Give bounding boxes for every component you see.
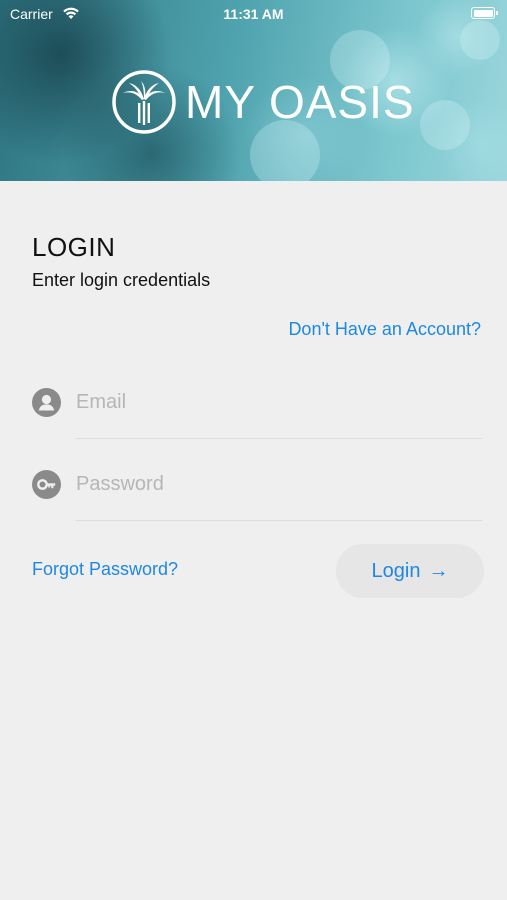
login-button-label: Login: [371, 559, 421, 582]
key-icon: [32, 470, 61, 499]
palm-tree-icon: [112, 70, 176, 134]
email-underline: [76, 438, 482, 439]
page-title: LOGIN: [32, 232, 116, 262]
password-input[interactable]: [76, 466, 482, 502]
brand-logo: MY OASIS: [111, 70, 415, 134]
login-button[interactable]: Login →: [336, 544, 484, 598]
arrow-right-icon: →: [428, 559, 449, 582]
user-icon: [32, 388, 61, 417]
status-bar: Carrier 11:31 AM: [0, 0, 507, 28]
email-input[interactable]: [76, 384, 482, 420]
password-underline: [76, 520, 482, 521]
bokeh-light: [420, 100, 470, 150]
brand-name: MY OASIS: [185, 76, 415, 128]
page-subtitle: Enter login credentials: [32, 270, 211, 290]
create-account-link[interactable]: Don't Have an Account?: [288, 319, 481, 340]
header-banner: Carrier 11:31 AM MY OASIS: [0, 0, 507, 181]
battery-icon: [471, 7, 498, 19]
password-field: [32, 458, 482, 521]
forgot-password-link[interactable]: Forgot Password?: [32, 559, 178, 580]
status-time: 11:31 AM: [223, 6, 284, 22]
email-field: [32, 376, 482, 439]
